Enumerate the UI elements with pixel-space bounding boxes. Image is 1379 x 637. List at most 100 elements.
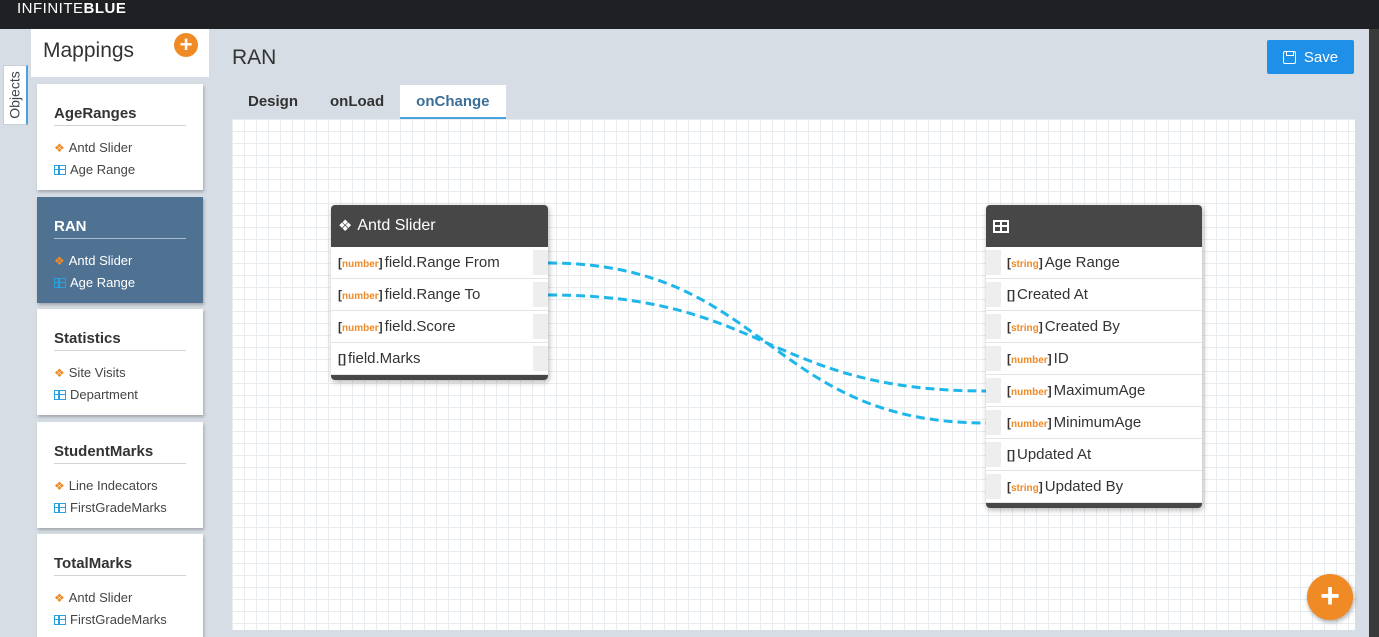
field-type-badge: [string] [1007, 479, 1043, 494]
mapping-card-component-label: Antd Slider [68, 590, 133, 605]
field-name: field.Marks [348, 350, 421, 367]
mapping-card-divider [54, 125, 186, 126]
component-node-header[interactable]: ❖ Antd Slider [331, 205, 548, 247]
node-field-row[interactable]: [] Updated At [986, 439, 1202, 471]
mapping-card-name: StudentMarks [54, 443, 154, 460]
field-name: Age Range [1044, 254, 1120, 271]
mappings-panel: Mappings + AgeRanges ❖ Antd Slider Age Rang… [31, 29, 209, 637]
field-type-label: number [342, 322, 379, 334]
tab-onchange[interactable]: onChange [400, 85, 506, 119]
objects-tab-button[interactable]: Objects [3, 65, 28, 125]
mapping-card[interactable]: StudentMarks ❖ Line Indecators FirstGradeMa… [37, 422, 203, 528]
mapping-card[interactable]: RAN ❖ Antd Slider Age Range [37, 197, 203, 303]
table-icon [993, 219, 1009, 233]
object-node-footer [986, 503, 1202, 508]
node-field-row[interactable]: [] field.Marks [331, 343, 548, 375]
node-field-row[interactable]: [number] field.Score [331, 311, 548, 343]
window-scrollbar[interactable] [1369, 29, 1379, 637]
mapping-card-object-label: FirstGradeMarks [70, 612, 167, 627]
mapping-card-divider [54, 575, 186, 576]
field-type-badge: [number] [338, 255, 383, 270]
field-type-badge: [number] [1007, 415, 1052, 430]
field-type-badge: [number] [338, 287, 383, 302]
cubes-icon: ❖ [54, 365, 65, 380]
save-button-label: Save [1303, 48, 1339, 66]
object-node[interactable]: [string] Age Range[] Created At [string] Cre… [986, 205, 1202, 508]
brand-logo: INFINITEBLUE [17, 0, 126, 18]
tab-onload[interactable]: onLoad [314, 85, 400, 119]
save-button[interactable]: Save [1267, 40, 1354, 74]
node-field-row[interactable]: [string] Created By [986, 311, 1202, 343]
mapping-card-component: ❖ Site Visits [54, 365, 126, 380]
mapping-card-object: Age Range [54, 162, 135, 177]
node-field-row[interactable]: [number] MaximumAge [986, 375, 1202, 407]
mapping-card-object-label: Department [70, 387, 138, 402]
field-type-badge: [number] [338, 319, 383, 334]
field-name: field.Range From [384, 254, 500, 271]
node-field-row[interactable]: [number] field.Range To [331, 279, 548, 311]
tab-design[interactable]: Design [232, 85, 314, 119]
field-name: Updated By [1044, 478, 1124, 495]
field-name: Created At [1017, 286, 1088, 303]
field-type-badge: [] [338, 351, 346, 366]
field-type-label: string [1011, 482, 1039, 494]
table-icon [54, 502, 66, 513]
mapping-card-name: AgeRanges [54, 105, 137, 122]
mapping-card-object: Department [54, 387, 138, 402]
mapping-canvas[interactable]: ❖ Antd Slider [number] field.Range From [n… [232, 119, 1355, 630]
field-type-badge: [string] [1007, 255, 1043, 270]
field-port[interactable] [533, 314, 548, 339]
top-bar: INFINITEBLUE [0, 0, 1379, 29]
mapping-card-object-label: Age Range [70, 162, 136, 177]
mapping-card[interactable]: AgeRanges ❖ Antd Slider Age Range [37, 84, 203, 190]
field-port[interactable] [986, 378, 1001, 403]
field-port[interactable] [986, 474, 1001, 499]
mapping-card-component-label: Line Indecators [68, 478, 158, 493]
field-type-label: number [342, 290, 379, 302]
field-port[interactable] [986, 314, 1001, 339]
connection-wire[interactable] [547, 293, 987, 393]
table-icon [54, 389, 66, 400]
object-node-header[interactable] [986, 205, 1202, 247]
field-port[interactable] [986, 250, 1001, 275]
field-type-label: number [342, 258, 379, 270]
field-port[interactable] [533, 250, 548, 275]
editor-tabs: Design onLoad onChange [232, 85, 506, 119]
brand-text-thin: INFINITE [17, 0, 84, 17]
component-node[interactable]: ❖ Antd Slider [number] field.Range From [n… [331, 205, 548, 380]
mapping-card-name: TotalMarks [54, 555, 133, 572]
field-port[interactable] [986, 442, 1001, 467]
field-name: MaximumAge [1053, 382, 1146, 399]
field-port[interactable] [986, 410, 1001, 435]
field-type-badge: [] [1007, 287, 1015, 302]
cubes-icon: ❖ [54, 478, 65, 493]
node-field-row[interactable]: [number] ID [986, 343, 1202, 375]
mapping-card[interactable]: TotalMarks ❖ Antd Slider FirstGradeMarks [37, 534, 203, 637]
field-port[interactable] [986, 282, 1001, 307]
cubes-icon: ❖ [54, 253, 65, 268]
field-port[interactable] [533, 282, 548, 307]
node-field-row[interactable]: [string] Updated By [986, 471, 1202, 503]
node-field-row[interactable]: [] Created At [986, 279, 1202, 311]
field-type-badge: [number] [1007, 351, 1052, 366]
field-type-badge: [number] [1007, 383, 1052, 398]
node-field-row[interactable]: [string] Age Range [986, 247, 1202, 279]
field-port[interactable] [533, 346, 548, 371]
field-type-badge: [string] [1007, 319, 1043, 334]
mapping-card[interactable]: Statistics ❖ Site Visits Department [37, 309, 203, 415]
field-type-badge: [] [1007, 447, 1015, 462]
objects-tab-label: Objects [7, 71, 23, 119]
mapping-card-object-label: Age Range [70, 275, 136, 290]
add-mapping-button[interactable]: + [174, 33, 198, 57]
node-field-row[interactable]: [number] field.Range From [331, 247, 548, 279]
objects-side-tab: Objects [0, 29, 31, 637]
mapping-card-object: Age Range [54, 275, 135, 290]
brand-text-bold: BLUE [83, 0, 127, 17]
field-port[interactable] [986, 346, 1001, 371]
mappings-header: Mappings + [31, 29, 209, 77]
mapping-card-object: FirstGradeMarks [54, 500, 167, 515]
cubes-icon: ❖ [338, 218, 353, 235]
field-name: Updated At [1017, 446, 1092, 463]
node-field-row[interactable]: [number] MinimumAge [986, 407, 1202, 439]
add-node-fab[interactable]: + [1307, 574, 1353, 620]
